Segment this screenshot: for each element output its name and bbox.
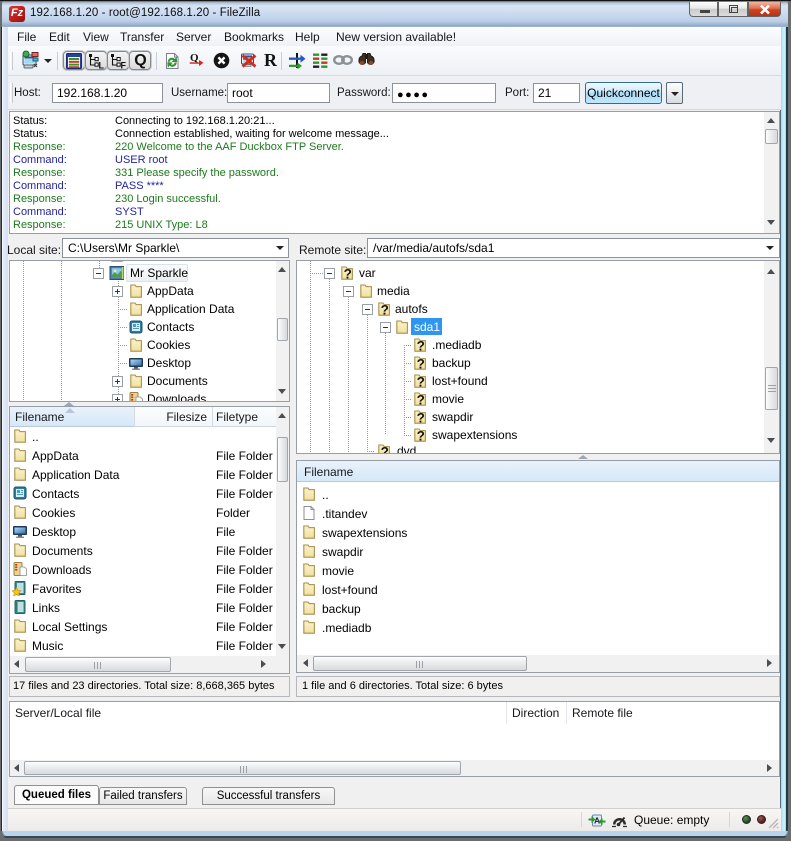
svg-text:?: ? [344,266,352,281]
svg-text:?: ? [417,392,425,407]
svg-text:?: ? [381,444,389,454]
svg-text:?: ? [417,410,425,425]
svg-text:?: ? [417,338,425,353]
svg-text:?: ? [381,302,389,317]
svg-text:A: A [594,816,600,826]
svg-text:?: ? [417,428,425,443]
svg-text:F: F [121,61,127,70]
svg-text:?: ? [417,374,425,389]
svg-text:?: ? [417,356,425,371]
svg-text:L: L [99,61,105,70]
